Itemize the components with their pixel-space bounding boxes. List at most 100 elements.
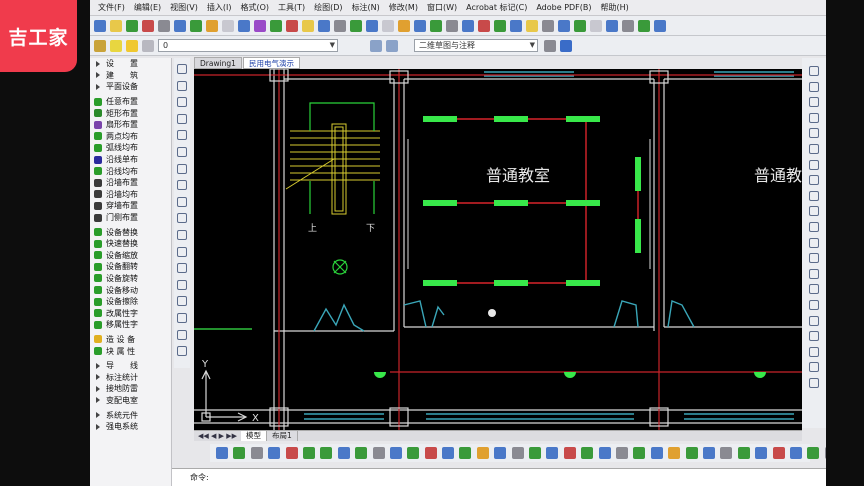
menu-item[interactable]: 标注(N) bbox=[352, 2, 380, 13]
menu-item-3[interactable]: 任意布置 bbox=[90, 96, 171, 108]
draw-tool-icon[interactable] bbox=[177, 213, 187, 224]
electrical-tool-icon[interactable] bbox=[285, 447, 298, 459]
menu-item[interactable]: 修改(M) bbox=[389, 2, 418, 13]
electrical-tool-icon[interactable] bbox=[737, 447, 750, 459]
electrical-tool-icon[interactable] bbox=[789, 447, 802, 459]
electrical-tool-icon[interactable] bbox=[459, 447, 472, 459]
modify-tool-icon[interactable] bbox=[809, 299, 819, 310]
layer-manager-icon[interactable] bbox=[94, 39, 106, 52]
electrical-tool-icon[interactable] bbox=[807, 447, 820, 459]
publish-icon[interactable] bbox=[542, 19, 554, 32]
modify-tool-icon[interactable] bbox=[809, 159, 819, 170]
modify-tool-icon[interactable] bbox=[809, 377, 819, 388]
calc-icon[interactable] bbox=[430, 19, 442, 32]
electrical-tool-icon[interactable] bbox=[250, 447, 263, 459]
menu-item-17[interactable]: 设备翻转 bbox=[90, 261, 171, 273]
menu-item[interactable]: 绘图(D) bbox=[314, 2, 342, 13]
menu-item-18[interactable]: 设备旋转 bbox=[90, 273, 171, 285]
electrical-tool-icon[interactable] bbox=[824, 447, 826, 459]
menu-item-4[interactable]: 矩形布置 bbox=[90, 107, 171, 119]
tool-palette-icon[interactable] bbox=[382, 19, 394, 32]
draw-tool-icon[interactable] bbox=[177, 312, 187, 323]
draw-tool-icon[interactable] bbox=[177, 346, 187, 357]
modify-tool-icon[interactable] bbox=[809, 268, 819, 279]
copy-icon[interactable] bbox=[574, 19, 586, 32]
draw-tool-icon[interactable] bbox=[177, 229, 187, 240]
modify-tool-icon[interactable] bbox=[809, 346, 819, 357]
draw-tool-icon[interactable] bbox=[177, 180, 187, 191]
sun-icon[interactable] bbox=[126, 39, 138, 52]
modify-tool-icon[interactable] bbox=[809, 112, 819, 123]
print-icon[interactable] bbox=[142, 19, 154, 32]
electrical-tool-icon[interactable] bbox=[442, 447, 455, 459]
menu-item-8[interactable]: 沿线单布 bbox=[90, 154, 171, 166]
open-folder-icon[interactable] bbox=[478, 19, 490, 32]
electrical-tool-icon[interactable] bbox=[702, 447, 715, 459]
help-icon[interactable] bbox=[446, 19, 458, 32]
undo-icon[interactable] bbox=[254, 19, 266, 32]
redo-icon[interactable] bbox=[638, 19, 650, 32]
cut-icon[interactable] bbox=[558, 19, 570, 32]
pan-icon[interactable] bbox=[654, 19, 666, 32]
menu-item-30[interactable]: 强电系统 bbox=[90, 421, 171, 433]
open-folder-icon[interactable] bbox=[110, 19, 122, 32]
paste-icon[interactable] bbox=[590, 19, 602, 32]
menu-item[interactable]: Adobe PDF(B) bbox=[536, 3, 591, 12]
electrical-tool-icon[interactable] bbox=[216, 447, 228, 459]
modify-tool-icon[interactable] bbox=[809, 362, 819, 373]
electrical-tool-icon[interactable] bbox=[546, 447, 559, 459]
properties-icon[interactable] bbox=[350, 19, 362, 32]
modify-tool-icon[interactable] bbox=[809, 143, 819, 154]
electrical-tool-icon[interactable] bbox=[615, 447, 628, 459]
electrical-tool-icon[interactable] bbox=[320, 447, 333, 459]
electrical-tool-icon[interactable] bbox=[668, 447, 681, 459]
modify-tool-icon[interactable] bbox=[809, 81, 819, 92]
electrical-tool-icon[interactable] bbox=[633, 447, 646, 459]
draw-tool-icon[interactable] bbox=[177, 263, 187, 274]
electrical-tool-icon[interactable] bbox=[494, 447, 507, 459]
electrical-tool-icon[interactable] bbox=[650, 447, 663, 459]
doc-tab-0[interactable]: Drawing1 bbox=[194, 57, 242, 69]
drawing-canvas[interactable]: 上 下 普通教室 普通教 Y X bbox=[194, 69, 802, 430]
menu-item-20[interactable]: 设备擦除 bbox=[90, 296, 171, 308]
help-icon[interactable] bbox=[560, 39, 572, 52]
electrical-tool-icon[interactable] bbox=[529, 447, 542, 459]
electrical-tool-icon[interactable] bbox=[302, 447, 315, 459]
menu-item-11[interactable]: 沿墙均布 bbox=[90, 189, 171, 201]
electrical-tool-icon[interactable] bbox=[598, 447, 611, 459]
electrical-tool-icon[interactable] bbox=[355, 447, 368, 459]
lightbulb-icon[interactable] bbox=[110, 39, 122, 52]
workspace-select[interactable]: 二维草图与注释 ▼ bbox=[414, 39, 538, 52]
menu-item-5[interactable]: 扇形布置 bbox=[90, 119, 171, 131]
electrical-tool-icon[interactable] bbox=[720, 447, 733, 459]
zoom-window-icon[interactable] bbox=[318, 19, 330, 32]
menu-item[interactable]: 窗口(W) bbox=[427, 2, 457, 13]
modify-tool-icon[interactable] bbox=[809, 190, 819, 201]
menu-item-23[interactable]: 造 设 备 bbox=[90, 334, 171, 346]
match-icon[interactable] bbox=[238, 19, 250, 32]
menu-item[interactable]: 编辑(E) bbox=[134, 2, 161, 13]
gear-icon[interactable] bbox=[544, 39, 556, 52]
command-line[interactable]: 命令: bbox=[172, 468, 826, 486]
draw-tool-icon[interactable] bbox=[177, 130, 187, 141]
menu-item[interactable]: Acrobat 标记(C) bbox=[466, 2, 527, 13]
modify-tool-icon[interactable] bbox=[809, 284, 819, 295]
modify-tool-icon[interactable] bbox=[809, 206, 819, 217]
draw-tool-icon[interactable] bbox=[177, 279, 187, 290]
draw-tool-icon[interactable] bbox=[177, 196, 187, 207]
modify-tool-icon[interactable] bbox=[809, 331, 819, 342]
zoom-icon[interactable] bbox=[302, 19, 314, 32]
tab-nav-arrows-icon[interactable]: ◀◀ ◀ ▶ ▶▶ bbox=[194, 432, 241, 440]
preview-icon[interactable] bbox=[526, 19, 538, 32]
draw-tool-icon[interactable] bbox=[177, 296, 187, 307]
menu-item[interactable]: 格式(O) bbox=[240, 2, 269, 13]
tab-model[interactable]: 模型 bbox=[240, 431, 267, 441]
draw-tool-icon[interactable] bbox=[177, 146, 187, 157]
modify-tool-icon[interactable] bbox=[809, 97, 819, 108]
menu-item-0[interactable]: 设 置 bbox=[90, 58, 171, 70]
new-file-icon[interactable] bbox=[462, 19, 474, 32]
menu-item-27[interactable]: 接地防雷 bbox=[90, 383, 171, 395]
layer-prev-icon[interactable] bbox=[386, 39, 398, 52]
electrical-tool-icon[interactable] bbox=[476, 447, 489, 459]
menu-item-25[interactable]: 导 线 bbox=[90, 360, 171, 372]
